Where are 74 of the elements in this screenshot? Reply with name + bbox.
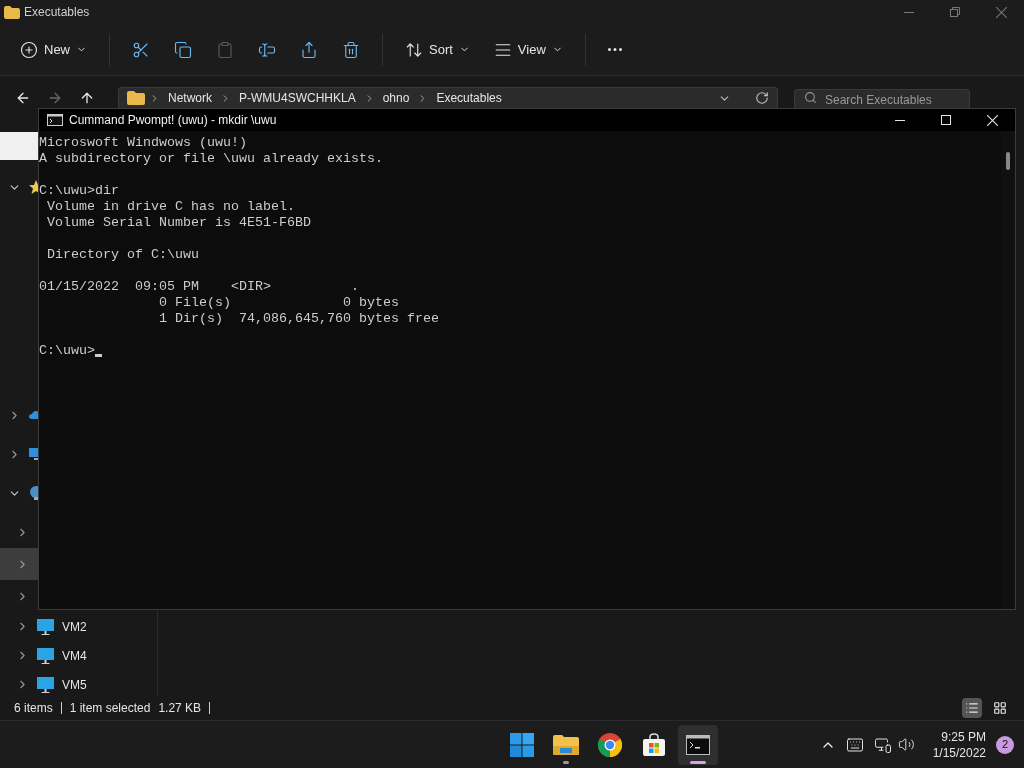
monitor-icon [37,647,54,664]
breadcrumb-item[interactable]: ohno [378,89,414,107]
monitor-icon [37,676,54,693]
address-bar[interactable]: Network P-WMU4SWCHHKLA ohno Executables [118,87,778,108]
window-title: Cummand Pwompt! (uwu) - mkdir \uwu [69,112,277,129]
minimize-icon [895,119,905,121]
clock-date[interactable]: 1/15/2022 [932,744,986,761]
sort-icon [405,40,423,59]
scrollbar-thumb[interactable] [1006,152,1010,170]
breadcrumb-item[interactable]: Network [164,89,216,107]
volume-icon[interactable] [897,736,915,753]
status-text: 1.27 KB [158,700,202,717]
browser-icon [597,732,622,757]
console-line: Directory of C:\uwu [46,247,199,263]
minimize-icon [904,11,914,13]
console-line: Microswoft Windwows (uwu!) [39,135,247,151]
refresh-icon[interactable] [755,91,769,105]
new-button[interactable]: New [12,32,95,67]
console-line: C:\uwu>dir [39,183,119,199]
shopping-bag-icon [641,732,666,757]
console-line: 01/15/2022 09:05 PM <DIR> . [39,279,359,295]
keyboard-icon[interactable] [845,735,864,754]
windows-logo-icon [509,732,534,757]
console-line: A subdirectory or file \uwu already exists. [39,151,383,167]
cut-icon [132,40,150,59]
grid-icon [993,701,1007,715]
terminal-icon [685,734,710,755]
paste-icon [216,40,234,59]
console-prompt: C:\uwu> [39,343,95,359]
sidebar-item[interactable]: VM2 [0,612,157,641]
scrollbar[interactable] [1001,131,1015,609]
star-icon [29,180,38,194]
sidebar-item[interactable]: VM4 [0,641,157,670]
details-view-button[interactable] [962,698,982,718]
trash-icon [342,40,360,59]
breadcrumb-item[interactable]: P-WMU4SWCHHKLA [235,89,360,107]
maximize-icon [941,115,951,125]
sidebar-item[interactable]: VM5 [0,670,157,696]
rename-icon [258,40,276,59]
restore-icon [950,7,960,17]
list-icon [965,701,979,715]
sidebar-highlight [0,132,38,160]
copy-icon [174,40,192,59]
status-text: 1 item selected [69,700,151,717]
running-indicator [562,760,569,764]
clock-time[interactable]: 9:25 PM [941,728,986,745]
more-icon [607,48,622,51]
folder-icon [552,734,579,755]
close-icon [986,114,998,126]
text-cursor [95,354,102,357]
new-icon [20,40,38,59]
breadcrumb-item[interactable]: Executables [432,89,506,107]
notification-badge[interactable]: 2 [996,735,1014,754]
close-icon [995,6,1007,18]
folder-icon [4,5,20,19]
view-button[interactable]: View [485,32,571,67]
cloud-icon [29,408,38,422]
terminal-button[interactable] [677,724,718,765]
folder-icon [127,91,145,105]
status-text: 6 items [14,700,53,717]
monitor-icon [37,618,54,635]
monitor-icon [29,447,38,461]
console-line: 1 Dir(s) 74,086,645,760 bytes free [157,311,439,327]
console-line: Volume Serial Number is 4E51-F6BD [46,215,311,231]
search-icon [804,91,817,104]
running-indicator [689,760,706,764]
sort-button[interactable]: Sort [397,32,478,67]
console-line: Volume in drive C has no label. [46,199,295,215]
console-line: 0 File(s) 0 bytes [157,295,399,311]
window-title: Executables [24,4,90,21]
network-icon[interactable] [873,735,892,754]
network-icon [29,486,38,500]
share-icon [300,40,318,59]
console-icon [47,114,63,126]
